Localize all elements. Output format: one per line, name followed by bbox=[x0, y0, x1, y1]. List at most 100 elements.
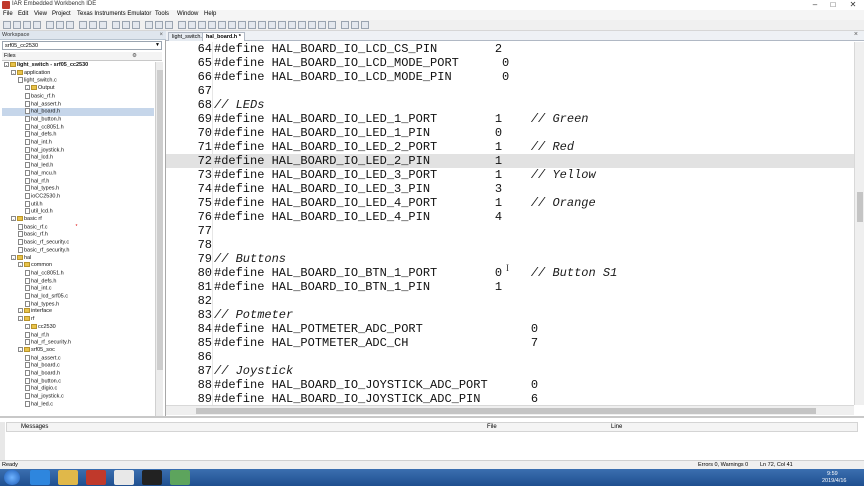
document-icon[interactable] bbox=[114, 470, 134, 485]
toolbar-button-icon[interactable] bbox=[318, 21, 326, 29]
tree-file[interactable]: hal_defs.h bbox=[2, 131, 154, 139]
tree-file[interactable]: hal_joystick.h bbox=[2, 146, 154, 155]
tree-file[interactable]: hal_led.h bbox=[2, 162, 154, 170]
tree-file[interactable]: basic_rf_security.h bbox=[2, 246, 154, 255]
tree-folder[interactable]: - Output bbox=[2, 85, 154, 93]
code-line[interactable]: 70 #define HAL_BOARD_IO_LED_1_PIN 0 bbox=[166, 126, 854, 140]
col-line[interactable]: Line bbox=[611, 423, 622, 432]
tree-file[interactable]: hal_board.h bbox=[2, 370, 154, 378]
code-line[interactable]: 65 #define HAL_BOARD_IO_LCD_MODE_PORT 0 bbox=[166, 56, 854, 70]
scroll-thumb[interactable] bbox=[857, 192, 863, 222]
code-line[interactable]: 71 #define HAL_BOARD_IO_LED_2_PORT 1 // R… bbox=[166, 140, 854, 154]
code-line[interactable]: 78 bbox=[166, 238, 854, 252]
expand-toggle-icon[interactable]: - bbox=[11, 216, 16, 222]
toolbar-button-icon[interactable] bbox=[23, 21, 31, 29]
expand-toggle-icon[interactable]: - bbox=[18, 308, 23, 314]
toolbar-button-icon[interactable] bbox=[145, 21, 153, 29]
code-line[interactable]: 85 #define HAL_POTMETER_ADC_CH 7 bbox=[166, 336, 854, 350]
tree-file[interactable]: hal_int.h bbox=[2, 139, 154, 147]
tree-folder[interactable]: - application bbox=[2, 70, 154, 78]
tree-file[interactable]: hal_rf.h bbox=[2, 177, 154, 186]
toolbar-button-icon[interactable] bbox=[66, 21, 74, 29]
toolbar-button-icon[interactable] bbox=[46, 21, 54, 29]
configuration-select[interactable]: srf05_cc2530 ▼ bbox=[2, 41, 162, 50]
tree-file[interactable]: hal_board.h bbox=[2, 108, 154, 116]
explorer-icon[interactable] bbox=[58, 470, 78, 485]
tree-file[interactable]: hal_lcd.h bbox=[2, 154, 154, 162]
code-line[interactable]: 66 #define HAL_BOARD_IO_LCD_MODE_PIN 0 bbox=[166, 70, 854, 84]
code-line[interactable]: 72 #define HAL_BOARD_IO_LED_2_PIN 1 bbox=[166, 154, 854, 168]
toolbar-button-icon[interactable] bbox=[248, 21, 256, 29]
tree-file[interactable]: hal_digio.c bbox=[2, 385, 154, 393]
tree-file[interactable]: hal_button.c bbox=[2, 377, 154, 386]
tree-file[interactable]: hal_board.c bbox=[2, 362, 154, 370]
code-line[interactable]: 79// Buttons bbox=[166, 252, 854, 266]
tree-file[interactable]: hal_defs.h bbox=[2, 277, 154, 286]
toolbar-button-icon[interactable] bbox=[79, 21, 87, 29]
toolbar-button-icon[interactable] bbox=[308, 21, 316, 29]
toolbar-button-icon[interactable] bbox=[89, 21, 97, 29]
toolbar-button-icon[interactable] bbox=[165, 21, 173, 29]
toolbar-button-icon[interactable] bbox=[298, 21, 306, 29]
col-messages[interactable]: Messages bbox=[21, 423, 48, 432]
toolbar-button-icon[interactable] bbox=[112, 21, 120, 29]
tree-file[interactable]: util.h bbox=[2, 200, 154, 209]
code-line[interactable]: 81 #define HAL_BOARD_IO_BTN_1_PIN 1 bbox=[166, 280, 854, 294]
tree-folder[interactable]: - interface bbox=[2, 308, 154, 316]
expand-toggle-icon[interactable]: - bbox=[25, 85, 30, 91]
code-line[interactable]: 83// Potmeter bbox=[166, 308, 854, 322]
menu-help[interactable]: Help bbox=[204, 11, 216, 17]
toolbar-button-icon[interactable] bbox=[228, 21, 236, 29]
editor-vertical-scrollbar[interactable] bbox=[854, 42, 864, 405]
ie-icon[interactable] bbox=[30, 470, 50, 485]
toolbar-button-icon[interactable] bbox=[258, 21, 266, 29]
expand-toggle-icon[interactable]: - bbox=[25, 323, 30, 329]
tree-file[interactable]: hal_mcu.h bbox=[2, 169, 154, 178]
expand-toggle-icon[interactable]: - bbox=[18, 262, 23, 268]
maximize-button[interactable]: □ bbox=[826, 0, 840, 10]
toolbar-button-icon[interactable] bbox=[33, 21, 41, 29]
toolbar-button-icon[interactable] bbox=[56, 21, 64, 29]
code-line[interactable]: 76 #define HAL_BOARD_IO_LED_4_PIN 4 bbox=[166, 210, 854, 224]
code-line[interactable]: 88 #define HAL_BOARD_IO_JOYSTICK_ADC_PORT… bbox=[166, 378, 854, 392]
tree-file[interactable]: hal_int.c bbox=[2, 285, 154, 293]
workspace-scrollbar[interactable] bbox=[155, 62, 163, 432]
code-line[interactable]: 87// Joystick bbox=[166, 364, 854, 378]
messages-side-handle[interactable] bbox=[0, 422, 5, 460]
toolbar-button-icon[interactable] bbox=[341, 21, 349, 29]
tree-file[interactable]: hal_cc8051.h bbox=[2, 269, 154, 278]
toolbar-button-icon[interactable] bbox=[288, 21, 296, 29]
minimize-button[interactable]: – bbox=[808, 0, 822, 10]
code-area[interactable]: 64 #define HAL_BOARD_IO_LCD_CS_PIN 2 65 #de… bbox=[166, 42, 854, 405]
code-line[interactable]: 67 bbox=[166, 84, 854, 98]
tab-hal-board-h[interactable]: hal_board.h * bbox=[202, 32, 245, 41]
expand-toggle-icon[interactable]: - bbox=[18, 346, 23, 352]
toolbar-button-icon[interactable] bbox=[188, 21, 196, 29]
start-button[interactable] bbox=[4, 470, 20, 485]
close-icon[interactable]: × bbox=[159, 32, 163, 38]
code-line[interactable]: 84 #define HAL_POTMETER_ADC_PORT 0 bbox=[166, 322, 854, 336]
expand-toggle-icon[interactable]: - bbox=[11, 69, 16, 75]
menu-file[interactable]: File bbox=[3, 11, 13, 17]
tree-file[interactable]: basic_rf.h bbox=[2, 92, 154, 101]
app-dark-icon[interactable] bbox=[142, 470, 162, 485]
menu-window[interactable]: Window bbox=[177, 11, 198, 17]
code-line[interactable]: 73 #define HAL_BOARD_IO_LED_3_PORT 1 // Y… bbox=[166, 168, 854, 182]
scroll-thumb[interactable] bbox=[196, 408, 816, 414]
code-line[interactable]: 75 #define HAL_BOARD_IO_LED_4_PORT 1 // O… bbox=[166, 196, 854, 210]
scroll-thumb[interactable] bbox=[157, 70, 163, 370]
toolbar-button-icon[interactable] bbox=[198, 21, 206, 29]
expand-toggle-icon[interactable]: - bbox=[18, 316, 23, 322]
chevron-down-icon[interactable]: ▼ bbox=[155, 42, 160, 48]
editor-horizontal-scrollbar[interactable] bbox=[166, 405, 854, 415]
toolbar-button-icon[interactable] bbox=[238, 21, 246, 29]
close-button[interactable]: ✕ bbox=[846, 0, 860, 10]
tree-folder[interactable]: - common bbox=[2, 262, 154, 270]
tree-file[interactable]: hal_cc8051.h bbox=[2, 123, 154, 132]
tree-file[interactable]: util_lcd.h bbox=[2, 208, 154, 216]
toolbar-button-icon[interactable] bbox=[178, 21, 186, 29]
media-icon[interactable] bbox=[86, 470, 106, 485]
toolbar-button-icon[interactable] bbox=[99, 21, 107, 29]
tree-file[interactable]: ioCC2530.h bbox=[2, 192, 154, 201]
toolbar-button-icon[interactable] bbox=[132, 21, 140, 29]
